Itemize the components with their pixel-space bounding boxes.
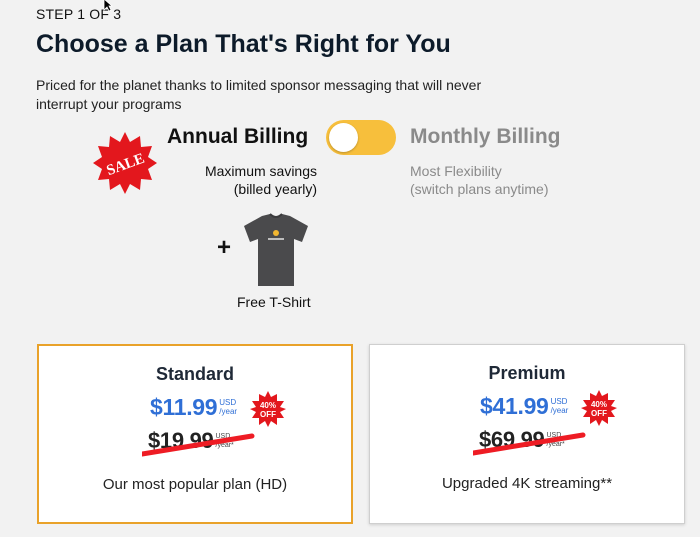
tshirt-icon (244, 213, 308, 286)
monthly-desc-line1: Most Flexibility (410, 163, 502, 179)
old-price-unit: USD /year* (216, 432, 234, 450)
discount-badge-icon: 40% OFF (250, 391, 286, 427)
plan-card-premium[interactable]: Premium $41.99 USD /year 40% OFF $69.99 … (369, 344, 685, 524)
old-price: $19.99 (148, 428, 214, 453)
monthly-billing-description: Most Flexibility (switch plans anytime) (410, 162, 549, 198)
old-price-row: $19.99 USD /year* (142, 428, 255, 457)
old-price: $69.99 (479, 427, 545, 452)
free-tshirt-label: Free T-Shirt (237, 294, 311, 310)
page-title: Choose a Plan That's Right for You (36, 30, 451, 58)
price-row: $11.99 USD /year (150, 394, 237, 424)
price-currency: USD (550, 397, 568, 406)
price-period: /year (550, 406, 569, 415)
plan-description: Upgraded 4K streaming** (441, 475, 613, 492)
toggle-knob (329, 123, 358, 152)
plus-icon: + (217, 234, 232, 261)
price-row: $41.99 USD /year (480, 393, 568, 423)
plan-name: Standard (155, 364, 234, 384)
billing-toggle-switch[interactable] (326, 120, 396, 155)
price-unit: USD /year (551, 397, 569, 415)
discount-word: OFF (260, 410, 276, 419)
old-price-row: $69.99 USD /year* (473, 427, 586, 456)
mouse-cursor-icon (103, 0, 113, 12)
discount-percent: 40% (591, 400, 607, 409)
monthly-billing-label[interactable]: Monthly Billing (410, 125, 560, 149)
plan-card-standard[interactable]: Standard $11.99 USD /year 40% OFF $19.99… (37, 344, 353, 524)
old-price-period: /year* (215, 442, 234, 449)
discount-word: OFF (591, 409, 607, 418)
plan-description: Our most popular plan (HD) (102, 476, 288, 493)
annual-billing-label[interactable]: Annual Billing (167, 125, 308, 149)
page-subtitle: Priced for the planet thanks to limited … (36, 77, 482, 112)
plan-name: Premium (488, 363, 566, 383)
price-unit: USD /year (219, 398, 237, 416)
discount-badge-icon: 40% OFF (581, 390, 617, 426)
old-price-unit: USD /year* (547, 431, 565, 449)
old-price-currency: USD (215, 433, 231, 440)
annual-desc-line2: (billed yearly) (233, 181, 317, 197)
price-period: /year (219, 407, 238, 416)
plan-price: $41.99 (480, 393, 549, 419)
price-currency: USD (219, 398, 237, 407)
sale-starburst-icon: SALE (93, 132, 157, 194)
old-price-period: /year* (546, 441, 565, 448)
annual-desc-line1: Maximum savings (204, 163, 317, 179)
old-price-currency: USD (546, 432, 562, 439)
plan-price: $11.99 (150, 394, 218, 420)
discount-percent: 40% (260, 401, 276, 410)
monthly-desc-line2: (switch plans anytime) (410, 181, 549, 197)
annual-billing-description: Maximum savings (billed yearly) (172, 162, 317, 198)
